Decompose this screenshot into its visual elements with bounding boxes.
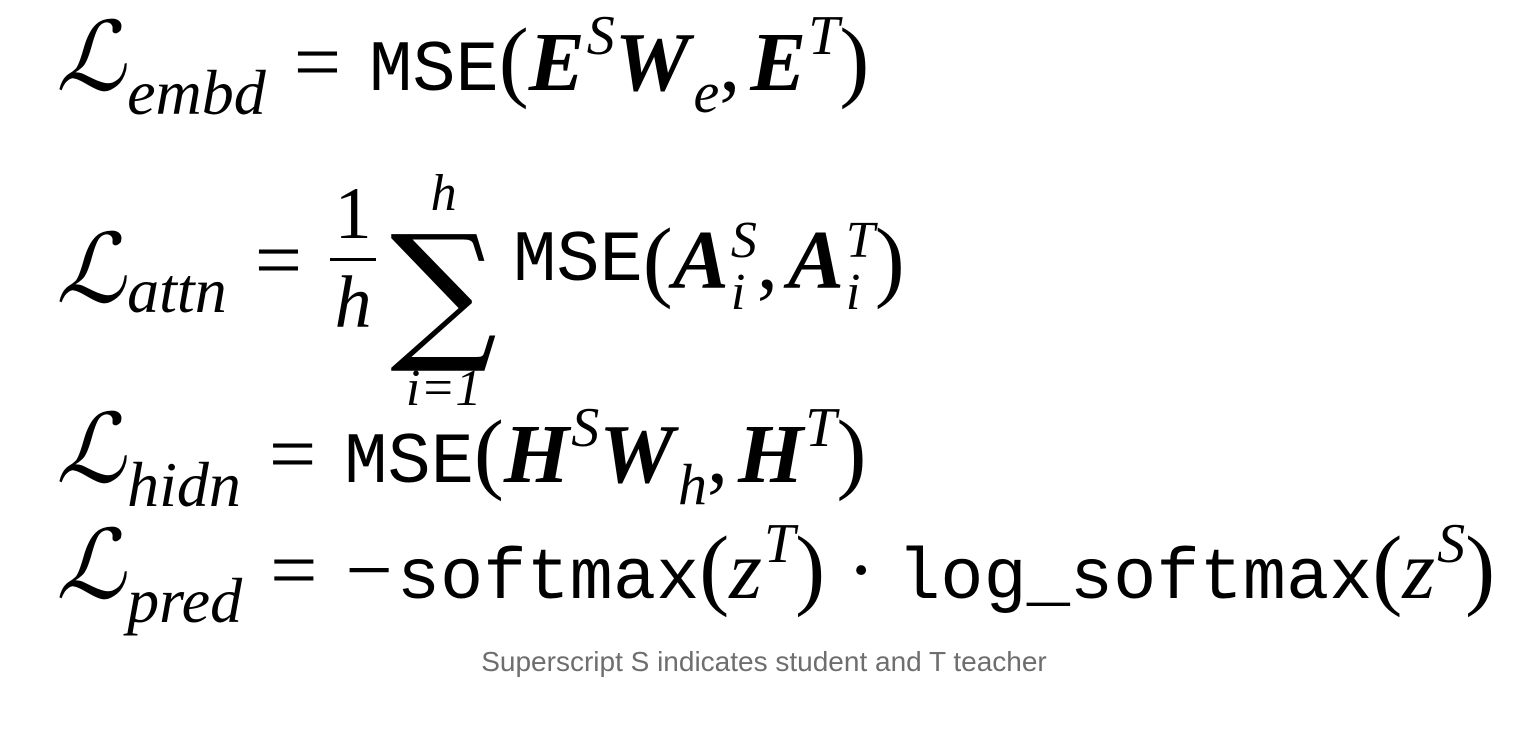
matrix-symbol: E [528,16,585,109]
close-paren: ) [1465,519,1496,618]
matrix-symbol: E [750,16,807,109]
equation-hidden-loss: ℒ hidn = MSE ( H S W h , H T ) [56,392,867,520]
fraction-bar [330,257,377,261]
matrix-symbol: H [737,408,804,501]
superscript: S [571,397,600,459]
close-paren: ) [795,519,826,618]
close-paren: ) [836,403,867,502]
function-name: log_softmax [897,538,1373,620]
loss-subscript: embd [127,57,266,128]
matrix-symbol: H [503,408,570,501]
minus-sign: − [345,524,393,617]
summation-symbol: ∑ [390,204,498,378]
subscript: e [693,60,720,125]
comma: , [706,408,728,501]
logit-variable: z [729,524,762,617]
equals-sign: = [293,16,342,109]
close-paren: ) [874,211,905,311]
close-paren: ) [839,11,870,110]
loss-subscript: attn [127,254,227,326]
superscript: T [808,5,840,67]
loss-symbol: ℒ [56,396,126,503]
equation-attention-loss: ℒ attn = 1 h h ∑ i=1 MSE ( A S i , A T i… [56,138,905,415]
loss-symbol: ℒ [56,4,126,111]
equation-embedding-loss: ℒ embd = MSE ( E S W e , E T ) [56,0,870,128]
open-paren: ( [498,11,529,110]
logit-variable: z [1402,524,1436,617]
comma: , [719,16,741,109]
super-subscript: T i [846,215,875,319]
open-paren: ( [473,403,504,502]
matrix-symbol: W [614,16,690,109]
matrix-symbol: A [672,213,729,307]
loss-symbol: ℒ [56,215,126,323]
superscript: T [805,397,837,459]
superscript: S [730,212,757,270]
function-name: softmax [396,538,700,620]
loss-subscript: pred [127,565,243,636]
matrix-symbol: W [599,408,674,501]
dot-operator: · [847,524,876,617]
superscript: S [1437,513,1466,575]
equals-sign: = [270,524,318,617]
function-name: MSE [369,30,499,112]
superscript: T [845,212,875,270]
equals-sign: = [254,213,303,307]
fraction: 1 h [330,173,377,344]
matrix-symbol: A [787,213,844,307]
superscript: S [586,5,615,67]
fraction-numerator: 1 [334,173,372,256]
open-paren: ( [1372,519,1403,618]
superscript: T [763,513,796,575]
open-paren: ( [699,519,730,618]
function-name: MSE [513,220,643,303]
open-paren: ( [642,211,673,311]
equation-prediction-loss: ℒ pred = − softmax ( z T ) · log_softmax… [56,508,1496,636]
comma: , [756,213,778,307]
summation: h ∑ i=1 [390,168,497,415]
subscript: i [730,264,746,322]
function-name: MSE [344,422,474,504]
fraction-denominator: h [334,261,372,344]
subscript: i [845,264,861,322]
super-subscript: S i [731,215,757,319]
loss-symbol: ℒ [56,512,126,619]
figure-caption: Superscript S indicates student and T te… [481,646,1047,677]
equals-sign: = [268,408,317,501]
